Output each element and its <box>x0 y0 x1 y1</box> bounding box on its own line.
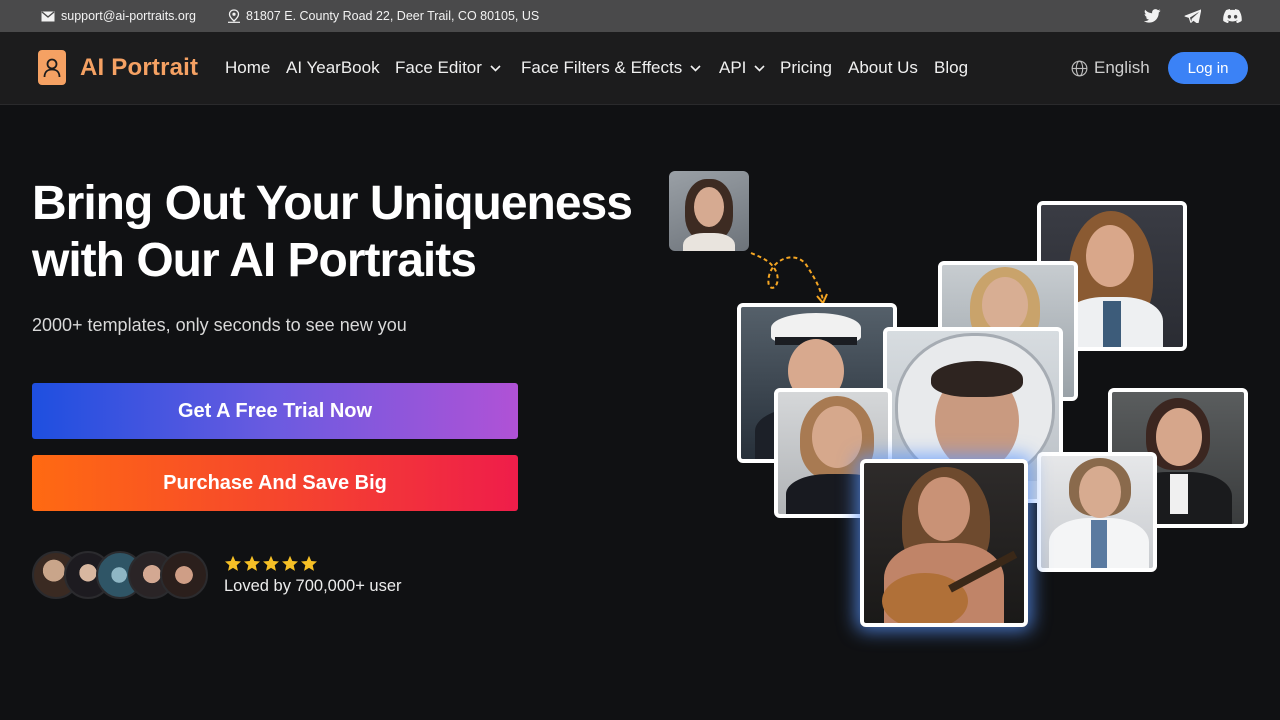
source-selfie-photo <box>669 171 749 251</box>
nav-blog[interactable]: Blog <box>934 58 968 78</box>
email-contact[interactable]: support@ai-portraits.org <box>41 0 196 32</box>
top-info-bar: support@ai-portraits.org 81807 E. County… <box>0 0 1280 32</box>
language-selector[interactable]: English <box>1071 58 1150 78</box>
globe-icon <box>1071 60 1088 76</box>
chevron-down-icon <box>690 64 701 72</box>
nav-pricing[interactable]: Pricing <box>780 58 832 78</box>
hero-subtitle: 2000+ templates, only seconds to see new… <box>32 315 407 335</box>
user-avatar <box>160 551 208 599</box>
chevron-down-icon <box>754 64 765 72</box>
transform-arrow-icon <box>750 252 828 305</box>
nav-face-editor[interactable]: Face Editor <box>395 58 501 78</box>
nav-face-editor-label: Face Editor <box>395 58 482 77</box>
star-icon <box>225 555 241 571</box>
star-icon <box>301 555 317 571</box>
telegram-icon <box>1183 9 1201 23</box>
email-text: support@ai-portraits.org <box>61 9 196 23</box>
purchase-button[interactable]: Purchase And Save Big <box>32 455 518 511</box>
twitter-icon <box>1143 9 1161 23</box>
user-avatar-stack <box>32 551 212 601</box>
nav-ai-yearbook[interactable]: AI YearBook <box>286 58 380 78</box>
discord-link[interactable] <box>1222 6 1242 26</box>
address-text: 81807 E. County Road 22, Deer Trail, CO … <box>246 9 540 23</box>
nav-face-filters[interactable]: Face Filters & Effects <box>521 58 701 78</box>
nav-api[interactable]: API <box>719 58 765 78</box>
mail-icon <box>41 10 55 21</box>
site-logo[interactable]: AI Portrait <box>38 50 198 85</box>
hero-title-line-2: with Our AI Portraits <box>32 234 477 287</box>
telegram-link[interactable] <box>1182 6 1202 26</box>
twitter-link[interactable] <box>1142 6 1162 26</box>
nav-api-label: API <box>719 58 747 77</box>
star-icon <box>282 555 298 571</box>
hero-title: Bring Out Your Uniqueness with Our AI Po… <box>32 175 672 289</box>
loved-by-text: Loved by 700,000+ user <box>224 577 402 595</box>
nav-face-filters-label: Face Filters & Effects <box>521 58 683 77</box>
star-icon <box>244 555 260 571</box>
portrait-scientist-photo <box>1037 452 1157 572</box>
hero-title-line-1: Bring Out Your Uniqueness <box>32 177 633 230</box>
discord-icon <box>1222 9 1242 23</box>
star-icon <box>263 555 279 571</box>
logo-text: AI Portrait <box>80 53 199 81</box>
free-trial-button[interactable]: Get A Free Trial Now <box>32 383 518 439</box>
login-button[interactable]: Log in <box>1168 52 1248 84</box>
nav-home[interactable]: Home <box>225 58 270 78</box>
portrait-logo-icon <box>38 50 66 85</box>
portrait-guitarist-photo <box>860 459 1028 627</box>
location-pin-icon <box>228 9 240 23</box>
language-label: English <box>1094 58 1150 77</box>
nav-about-us[interactable]: About Us <box>848 58 918 78</box>
chevron-down-icon <box>490 64 501 72</box>
address-contact: 81807 E. County Road 22, Deer Trail, CO … <box>228 0 539 32</box>
rating-stars <box>224 555 318 572</box>
main-navbar: AI Portrait Home AI YearBook Face Editor… <box>0 32 1280 105</box>
